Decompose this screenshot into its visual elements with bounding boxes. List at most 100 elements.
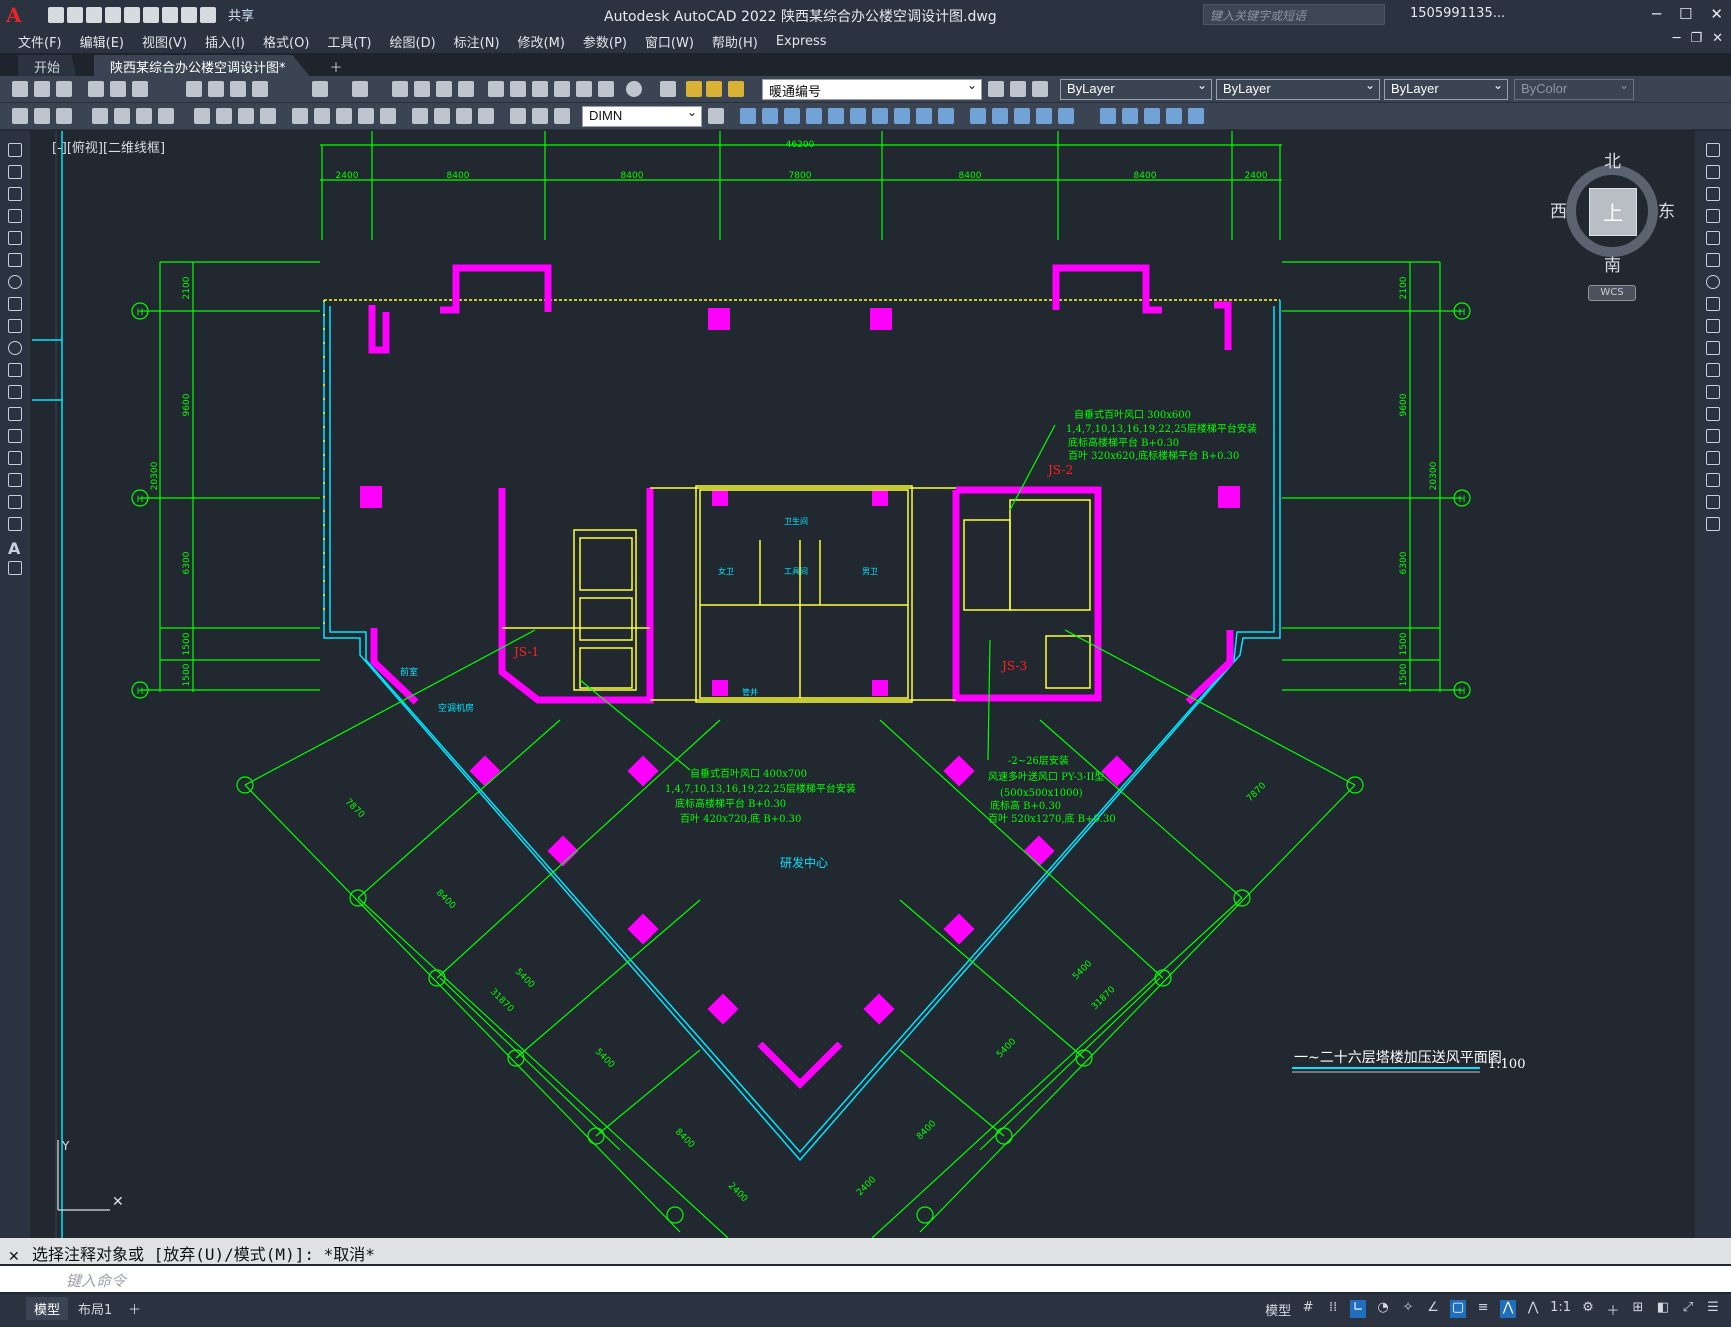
workspace-gear-icon[interactable]: ⚙ — [1580, 1300, 1596, 1318]
insert-icon[interactable] — [12, 108, 28, 124]
auto-scale-icon[interactable]: ⋀ — [1525, 1300, 1541, 1318]
dim-angular-icon[interactable] — [260, 108, 276, 124]
circle-icon[interactable] — [8, 275, 22, 289]
open-web-icon[interactable] — [124, 6, 140, 23]
tab-drawing[interactable]: 陕西某综合办公楼空调设计图* — [94, 55, 310, 76]
undo-icon[interactable] — [181, 6, 197, 23]
dim-radius-icon[interactable] — [194, 108, 210, 124]
osnap-tracking-icon[interactable]: ∠ — [1425, 1300, 1441, 1318]
dim-space-icon[interactable] — [358, 108, 374, 124]
menu-file[interactable]: 文件(F) — [18, 32, 62, 51]
copy-icon[interactable] — [208, 81, 224, 97]
maximize-icon[interactable]: ☐ — [1679, 5, 1692, 23]
print-icon[interactable] — [88, 81, 104, 97]
array-tool-icon[interactable] — [1706, 231, 1720, 245]
markup-icon[interactable] — [576, 81, 592, 97]
layer-freeze-icon[interactable] — [706, 81, 722, 97]
dimtedit-icon[interactable] — [532, 108, 548, 124]
ellipse-arc-icon[interactable] — [8, 363, 22, 377]
menu-dimension[interactable]: 标注(N) — [454, 32, 500, 51]
viewport-controls[interactable]: [-][俯视][二维线框] — [52, 137, 165, 156]
spline-icon[interactable] — [8, 319, 22, 333]
menu-draw[interactable]: 绘图(D) — [390, 32, 436, 51]
trim-icon[interactable] — [916, 108, 932, 124]
ellipse-icon[interactable] — [8, 341, 22, 355]
mtext-icon[interactable]: A — [8, 539, 22, 558]
close-command-icon[interactable]: ✕ — [8, 1249, 20, 1265]
draworder-icon[interactable] — [1100, 108, 1116, 124]
dim-jogged-icon[interactable] — [216, 108, 232, 124]
dimstyle-dropdown[interactable]: DIMN — [582, 105, 702, 127]
hatch-back-icon[interactable] — [1188, 108, 1204, 124]
quick-properties-icon[interactable]: ◧ — [1655, 1300, 1671, 1318]
dim-update-icon[interactable] — [554, 108, 570, 124]
extend-icon[interactable] — [938, 108, 954, 124]
doc-minimize-icon[interactable]: ─ — [1673, 31, 1681, 46]
viewcube-face[interactable]: 上 — [1589, 188, 1637, 236]
rectangle-icon[interactable] — [8, 231, 22, 245]
menu-insert[interactable]: 插入(I) — [205, 32, 245, 51]
break-icon[interactable] — [970, 108, 986, 124]
open-icon[interactable] — [67, 6, 83, 23]
copy-tool-icon[interactable] — [1706, 165, 1720, 179]
point-icon[interactable] — [8, 429, 22, 443]
save-icon[interactable] — [86, 6, 102, 23]
chamfer-icon[interactable] — [1014, 108, 1030, 124]
bring-front-icon[interactable] — [1122, 108, 1138, 124]
autocad-logo-icon[interactable]: A — [6, 4, 28, 26]
save-web-icon[interactable] — [143, 6, 159, 23]
lineweight-icon[interactable]: ≡ — [1475, 1300, 1491, 1318]
menu-parametric[interactable]: 参数(P) — [583, 32, 627, 51]
dimedit-icon[interactable] — [510, 108, 526, 124]
scale-tool-icon[interactable] — [1706, 297, 1720, 311]
plot-icon[interactable] — [162, 6, 178, 23]
snap-icon[interactable]: ⁞⁞ — [1325, 1300, 1341, 1318]
stretch-icon[interactable] — [894, 108, 910, 124]
menu-edit[interactable]: 编辑(E) — [80, 32, 124, 51]
inspection-icon[interactable] — [456, 108, 472, 124]
tab-layout1[interactable]: 布局1 — [70, 1297, 120, 1320]
units-icon[interactable]: ⊞ — [1630, 1300, 1646, 1318]
linetype-dropdown[interactable]: ByLayer — [1216, 78, 1380, 100]
open-file-icon[interactable] — [34, 81, 50, 97]
publish-icon[interactable] — [132, 81, 148, 97]
dim-continue-icon[interactable] — [336, 108, 352, 124]
viewcube-east[interactable]: 东 — [1658, 197, 1675, 222]
zoom-window-icon[interactable] — [436, 81, 452, 97]
doc-close-icon[interactable]: ✕ — [1712, 31, 1723, 46]
new-tab-icon[interactable]: ＋ — [324, 55, 349, 76]
annotation-visibility-icon[interactable]: ⋀ — [1500, 1300, 1517, 1318]
polygon-icon[interactable] — [8, 209, 22, 223]
layer-dropdown[interactable]: 暖通编号 — [762, 78, 982, 100]
paste-icon[interactable] — [230, 81, 246, 97]
offset-icon[interactable] — [784, 108, 800, 124]
lineweight-dropdown[interactable]: ByLayer — [1384, 78, 1508, 100]
explode-tool-icon[interactable] — [1706, 517, 1720, 531]
fillet-tool-icon[interactable] — [1706, 473, 1720, 487]
dim-diameter-icon[interactable] — [238, 108, 254, 124]
dim-style-icon[interactable] — [708, 108, 724, 124]
share-button[interactable]: 共享 — [228, 5, 254, 24]
save-file-icon[interactable] — [56, 81, 72, 97]
layer-properties-icon[interactable] — [660, 81, 676, 97]
customize-icon[interactable]: ☰ — [1705, 1300, 1721, 1318]
dim-arc-icon[interactable] — [136, 108, 152, 124]
annotation-scale[interactable]: 1:1 — [1550, 1300, 1571, 1318]
zoom-previous-icon[interactable] — [458, 81, 474, 97]
hatch-icon[interactable] — [8, 451, 22, 465]
menu-modify[interactable]: 修改(M) — [518, 32, 565, 51]
menu-view[interactable]: 视图(V) — [142, 32, 187, 51]
tolerance-icon[interactable] — [412, 108, 428, 124]
line-icon[interactable] — [8, 143, 22, 157]
qnew-icon[interactable] — [12, 81, 28, 97]
tab-start[interactable]: 开始 — [18, 55, 77, 76]
design-center-icon[interactable] — [510, 81, 526, 97]
tab-model[interactable]: 模型 — [26, 1297, 69, 1320]
insert-block-icon[interactable] — [8, 385, 22, 399]
ortho-icon[interactable]: ∟ — [1350, 1300, 1367, 1318]
break-tool-icon[interactable] — [1706, 407, 1720, 421]
viewcube[interactable]: 上 北 南 东 西 WCS — [1550, 151, 1675, 301]
region-icon[interactable] — [8, 495, 22, 509]
color-dropdown[interactable]: ByLayer — [1060, 78, 1212, 100]
dim-linear-icon[interactable] — [92, 108, 108, 124]
